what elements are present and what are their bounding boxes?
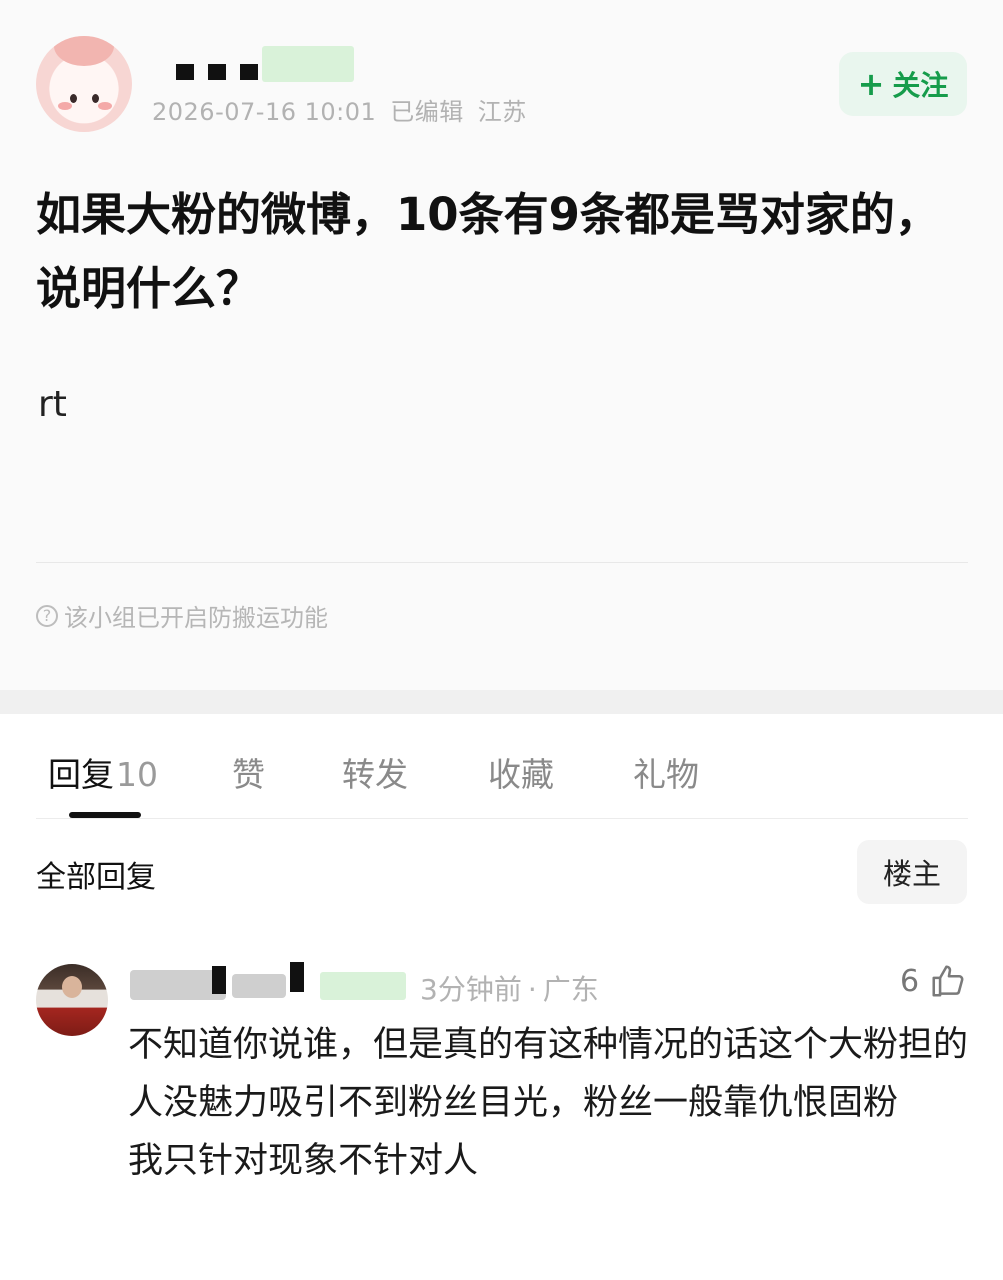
avatar-blush-right [98, 102, 112, 110]
like-button[interactable]: 6 [900, 962, 967, 1000]
avatar-blush-left [58, 102, 72, 110]
post-location: 江苏 [477, 98, 527, 126]
divider [36, 818, 968, 819]
tab-likes[interactable]: 赞 [232, 748, 265, 796]
reply-location: 广东 [542, 973, 599, 1006]
post-card: 2026-07-16 10:01 已编辑 江苏 + 关注 如果大粉的微博，10条有9… [0, 0, 1003, 690]
avatar-bun [54, 36, 114, 66]
commenter-avatar[interactable] [36, 964, 108, 1036]
tab-reposts[interactable]: 转发 [342, 748, 408, 796]
question-circle-icon[interactable]: ? [36, 604, 58, 627]
post-timestamp: 2026-07-16 10:01 [152, 98, 377, 126]
divider [36, 562, 968, 563]
plus-icon: + [857, 65, 885, 103]
avatar-eye-left [70, 94, 77, 103]
like-count: 6 [900, 963, 920, 999]
author-avatar[interactable] [36, 36, 132, 132]
anti-repost-notice: ? 该小组已开启防搬运功能 [36, 598, 328, 633]
separator-dot: · [527, 973, 537, 1006]
reply-text: 不知道你说谁，但是真的有这种情况的话这个大粉担的人没魅力吸引不到粉丝目光，粉丝一… [128, 1025, 969, 1181]
tab-replies[interactable]: 回复10 [48, 748, 158, 796]
post-body: rt [38, 384, 67, 425]
post-edited-label: 已编辑 [390, 98, 464, 126]
reply-time: 3分钟前 [420, 973, 522, 1006]
tab-gifts[interactable]: 礼物 [633, 748, 699, 796]
section-gap [0, 690, 1003, 714]
notice-text: 该小组已开启防搬运功能 [64, 604, 328, 632]
all-replies-label[interactable]: 全部回复 [36, 852, 156, 896]
avatar-eye-right [92, 94, 99, 103]
op-only-filter-button[interactable]: 楼主 [857, 840, 967, 904]
tab-favorites[interactable]: 收藏 [488, 748, 554, 796]
tab-replies-label: 回复 [48, 755, 114, 794]
post-title: 如果大粉的微博，10条有9条都是骂对家的，说明什么？ [36, 188, 940, 315]
reply-meta: 3分钟前 · 广东 [420, 968, 599, 1008]
interaction-tabs: 回复10 赞 转发 收藏 礼物 [0, 714, 1003, 820]
tab-replies-count: 10 [116, 755, 158, 794]
follow-button[interactable]: + 关注 [839, 52, 967, 116]
follow-label: 关注 [892, 69, 949, 102]
avatar-face [62, 976, 82, 998]
post-meta: 2026-07-16 10:01 已编辑 江苏 [152, 92, 527, 127]
thumbs-up-icon [932, 965, 964, 997]
